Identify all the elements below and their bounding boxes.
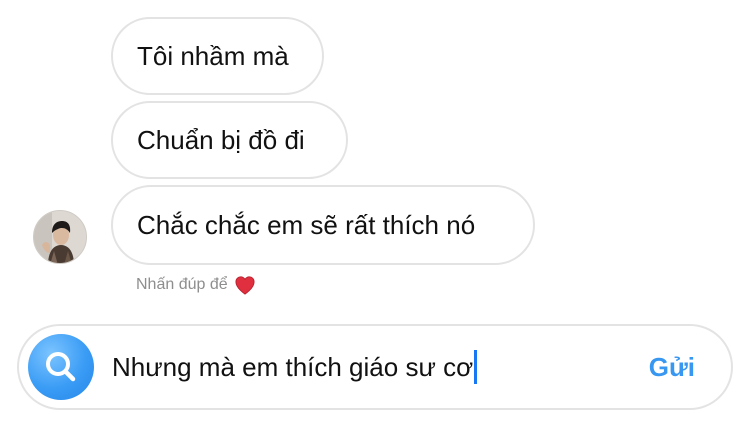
- message-input[interactable]: Nhưng mà em thích giáo sư cơ: [112, 350, 478, 384]
- hint-text: Nhấn đúp để: [136, 276, 228, 293]
- message-composer[interactable]: Nhưng mà em thích giáo sư cơ Gửi: [17, 324, 733, 410]
- message-bubble[interactable]: Tôi nhầm mà: [111, 17, 324, 95]
- heart-icon: [235, 276, 255, 295]
- draft-text: Nhưng mà em thích giáo sư cơ: [112, 351, 474, 382]
- message-bubble[interactable]: Chuẩn bị đồ đi: [111, 101, 348, 179]
- message-text: Chắc chắc em sẽ rất thích nó: [137, 210, 476, 240]
- message-bubble[interactable]: Chắc chắc em sẽ rất thích nó: [111, 185, 535, 265]
- send-label: Gửi: [648, 351, 695, 382]
- chat-screen: Tôi nhầm mà Chuẩn bị đồ đi Chắc chắc em …: [0, 0, 750, 426]
- double-tap-hint: Nhấn đúp để: [136, 274, 256, 296]
- avatar[interactable]: [33, 210, 87, 264]
- message-text: Tôi nhầm mà: [137, 41, 289, 71]
- message-text: Chuẩn bị đồ đi: [137, 125, 305, 155]
- search-button[interactable]: [28, 334, 94, 400]
- send-button[interactable]: Gửi: [649, 350, 695, 384]
- search-icon: [46, 352, 76, 382]
- text-caret: [474, 350, 478, 384]
